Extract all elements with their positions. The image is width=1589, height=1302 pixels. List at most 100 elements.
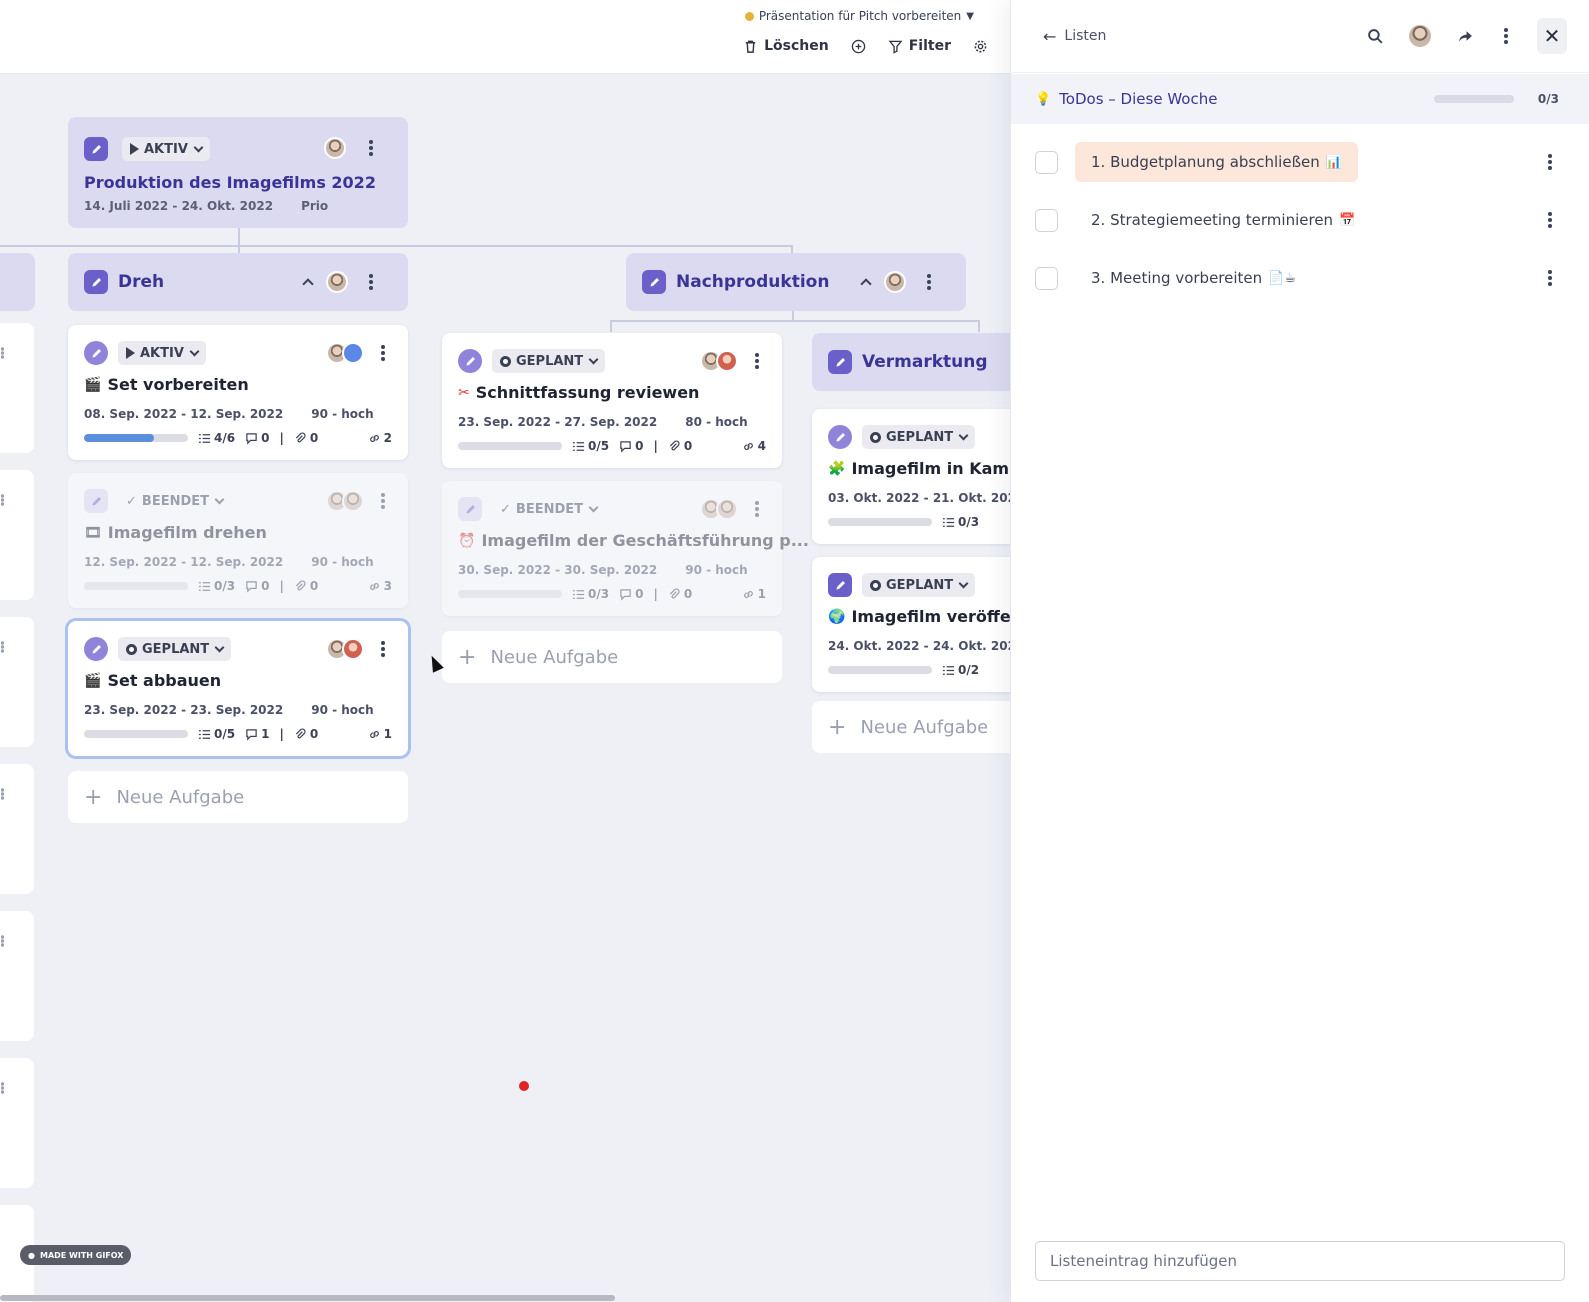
new-task-button[interactable]: + Neue Aufgabe bbox=[812, 701, 1010, 753]
avatar[interactable] bbox=[1407, 23, 1433, 49]
status-dropdown[interactable]: GEPLANT bbox=[862, 573, 976, 597]
root-project-title[interactable]: Produktion des Imagefilms 2022 bbox=[84, 173, 376, 192]
todo-label[interactable]: 1. Budgetplanung abschließen 📊 bbox=[1075, 142, 1358, 182]
edit-button[interactable] bbox=[828, 350, 852, 374]
collapse-icon[interactable] bbox=[302, 278, 314, 290]
edit-button[interactable] bbox=[828, 425, 852, 449]
todo-label[interactable]: 2. Strategiemeeting terminieren 📅 bbox=[1075, 200, 1371, 240]
avatar[interactable] bbox=[324, 137, 346, 159]
pencil-icon bbox=[91, 496, 101, 506]
item-menu-button[interactable] bbox=[1541, 268, 1559, 288]
pencil-icon bbox=[835, 432, 845, 442]
avatar[interactable] bbox=[884, 271, 906, 293]
status-dropdown[interactable]: ✓ BEENDET bbox=[118, 489, 231, 513]
edit-button[interactable] bbox=[642, 270, 666, 294]
plus-icon: + bbox=[458, 644, 477, 670]
task-title[interactable]: Imagefilm in Kampag bbox=[851, 459, 1010, 478]
assignees[interactable] bbox=[326, 638, 364, 660]
more-menu-button[interactable] bbox=[374, 491, 392, 511]
attachment-count: 0 bbox=[668, 439, 692, 453]
task-title[interactable]: Imagefilm veröffentli bbox=[851, 607, 1010, 626]
assignees[interactable] bbox=[326, 342, 364, 364]
more-menu-button[interactable] bbox=[920, 272, 938, 292]
back-to-lists-button[interactable]: ← Listen bbox=[1043, 27, 1106, 46]
edit-button[interactable] bbox=[458, 349, 482, 373]
status-dropdown[interactable]: GEPLANT bbox=[862, 425, 976, 449]
add-list-entry-input[interactable] bbox=[1035, 1241, 1565, 1281]
more-menu-button[interactable] bbox=[362, 138, 380, 158]
todo-checkbox[interactable] bbox=[1035, 150, 1058, 174]
group-header-vermarktung[interactable]: Vermarktung bbox=[812, 333, 1010, 391]
status-dropdown[interactable]: AKTIV bbox=[118, 341, 206, 365]
search-button[interactable] bbox=[1365, 26, 1385, 46]
task-card[interactable]: GEPLANT 🌍 Imagefilm veröffentli 24. Okt. … bbox=[812, 557, 1010, 692]
board-canvas[interactable]: AKTIV Produktion des Imagefilms 2022 14.… bbox=[0, 75, 1010, 1302]
plus-icon: + bbox=[84, 784, 103, 810]
status-dropdown[interactable]: GEPLANT bbox=[492, 349, 606, 373]
horizontal-scrollbar[interactable] bbox=[0, 1292, 1010, 1302]
avatar[interactable] bbox=[326, 271, 348, 293]
status-dropdown[interactable]: ✓ BEENDET bbox=[492, 497, 605, 521]
more-menu-button[interactable] bbox=[374, 343, 392, 363]
more-menu-button[interactable] bbox=[362, 272, 380, 292]
todo-checkbox[interactable] bbox=[1035, 266, 1058, 290]
attachment-count: 0 bbox=[668, 587, 692, 601]
edit-button[interactable] bbox=[84, 341, 108, 365]
assignees[interactable] bbox=[700, 350, 738, 372]
edit-button[interactable] bbox=[458, 497, 482, 521]
item-menu-button[interactable] bbox=[1541, 152, 1559, 172]
comment-count: 0 bbox=[245, 579, 269, 593]
progress-bar bbox=[84, 582, 188, 590]
task-title[interactable]: Set vorbereiten bbox=[107, 375, 248, 394]
todo-count: 0/5 bbox=[572, 439, 609, 453]
status-dropdown[interactable]: AKTIV bbox=[122, 137, 210, 161]
todo-label[interactable]: 3. Meeting vorbereiten 📄☕ bbox=[1075, 258, 1312, 298]
delete-button[interactable]: Löschen bbox=[743, 38, 829, 54]
todo-checkbox[interactable] bbox=[1035, 208, 1058, 232]
add-button[interactable] bbox=[851, 39, 866, 54]
more-menu-button[interactable] bbox=[748, 499, 766, 519]
share-button[interactable] bbox=[1455, 26, 1475, 46]
more-menu-button[interactable] bbox=[374, 639, 392, 659]
task-title[interactable]: Set abbauen bbox=[107, 671, 221, 690]
delete-button-label: Löschen bbox=[764, 38, 829, 54]
edit-button[interactable] bbox=[84, 137, 108, 161]
edit-button[interactable] bbox=[828, 573, 852, 597]
task-card[interactable]: GEPLANT ✂ Schnittfassung reviewen 23. Sep… bbox=[442, 333, 782, 468]
task-card[interactable]: AKTIV 🎬 Set vorbereiten 08. Sep. 2022 - 1… bbox=[68, 325, 408, 460]
root-project-card[interactable]: AKTIV Produktion des Imagefilms 2022 14.… bbox=[68, 117, 408, 228]
collapse-icon[interactable] bbox=[860, 278, 872, 290]
status-dropdown[interactable]: GEPLANT bbox=[118, 637, 232, 661]
new-task-button[interactable]: + Neue Aufgabe bbox=[68, 771, 408, 823]
project-selector[interactable]: Präsentation für Pitch vorbereiten ▼ bbox=[744, 9, 974, 23]
assignees[interactable] bbox=[700, 498, 738, 520]
group-header-nachproduktion[interactable]: Nachproduktion bbox=[626, 253, 966, 311]
edit-button[interactable] bbox=[84, 489, 108, 513]
new-task-button[interactable]: + Neue Aufgabe bbox=[442, 631, 782, 683]
close-button[interactable]: ✕ bbox=[1537, 18, 1567, 54]
task-card[interactable]: ✓ BEENDET ⏰ Imagefilm der Geschäftsführung… bbox=[442, 481, 809, 616]
task-card[interactable]: GEPLANT 🧩 Imagefilm in Kampag 03. Okt. 20… bbox=[812, 409, 1010, 544]
more-menu-button[interactable] bbox=[748, 351, 766, 371]
edit-button[interactable] bbox=[84, 270, 108, 294]
scrollbar-thumb[interactable] bbox=[0, 1295, 615, 1301]
pencil-icon bbox=[91, 277, 101, 287]
edit-button[interactable] bbox=[84, 637, 108, 661]
group-header-dreh[interactable]: Dreh bbox=[68, 253, 408, 311]
list-title[interactable]: ToDos – Diese Woche bbox=[1059, 90, 1426, 108]
task-card[interactable]: ✓ BEENDET 🎞 Imagefilm drehen 12. Sep. 2022… bbox=[68, 473, 408, 608]
task-title[interactable]: Schnittfassung reviewen bbox=[476, 383, 700, 402]
pencil-icon bbox=[465, 356, 475, 366]
filter-button[interactable]: Filter bbox=[888, 38, 951, 54]
filter-icon bbox=[888, 40, 903, 54]
task-card[interactable]: GEPLANT 🎬 Set abbauen 23. Sep. 2022 - 23.… bbox=[65, 618, 411, 759]
settings-button[interactable] bbox=[973, 39, 988, 54]
chevron-down-icon bbox=[588, 354, 599, 365]
task-prio: 90 - hoch bbox=[311, 407, 374, 421]
more-menu-button[interactable] bbox=[1497, 26, 1515, 46]
task-title[interactable]: Imagefilm drehen bbox=[108, 523, 267, 542]
task-title[interactable]: Imagefilm der Geschäftsführung p... bbox=[481, 531, 809, 550]
assignees[interactable] bbox=[326, 490, 364, 512]
task-dates: 12. Sep. 2022 - 12. Sep. 2022 bbox=[84, 555, 284, 569]
item-menu-button[interactable] bbox=[1541, 210, 1559, 230]
